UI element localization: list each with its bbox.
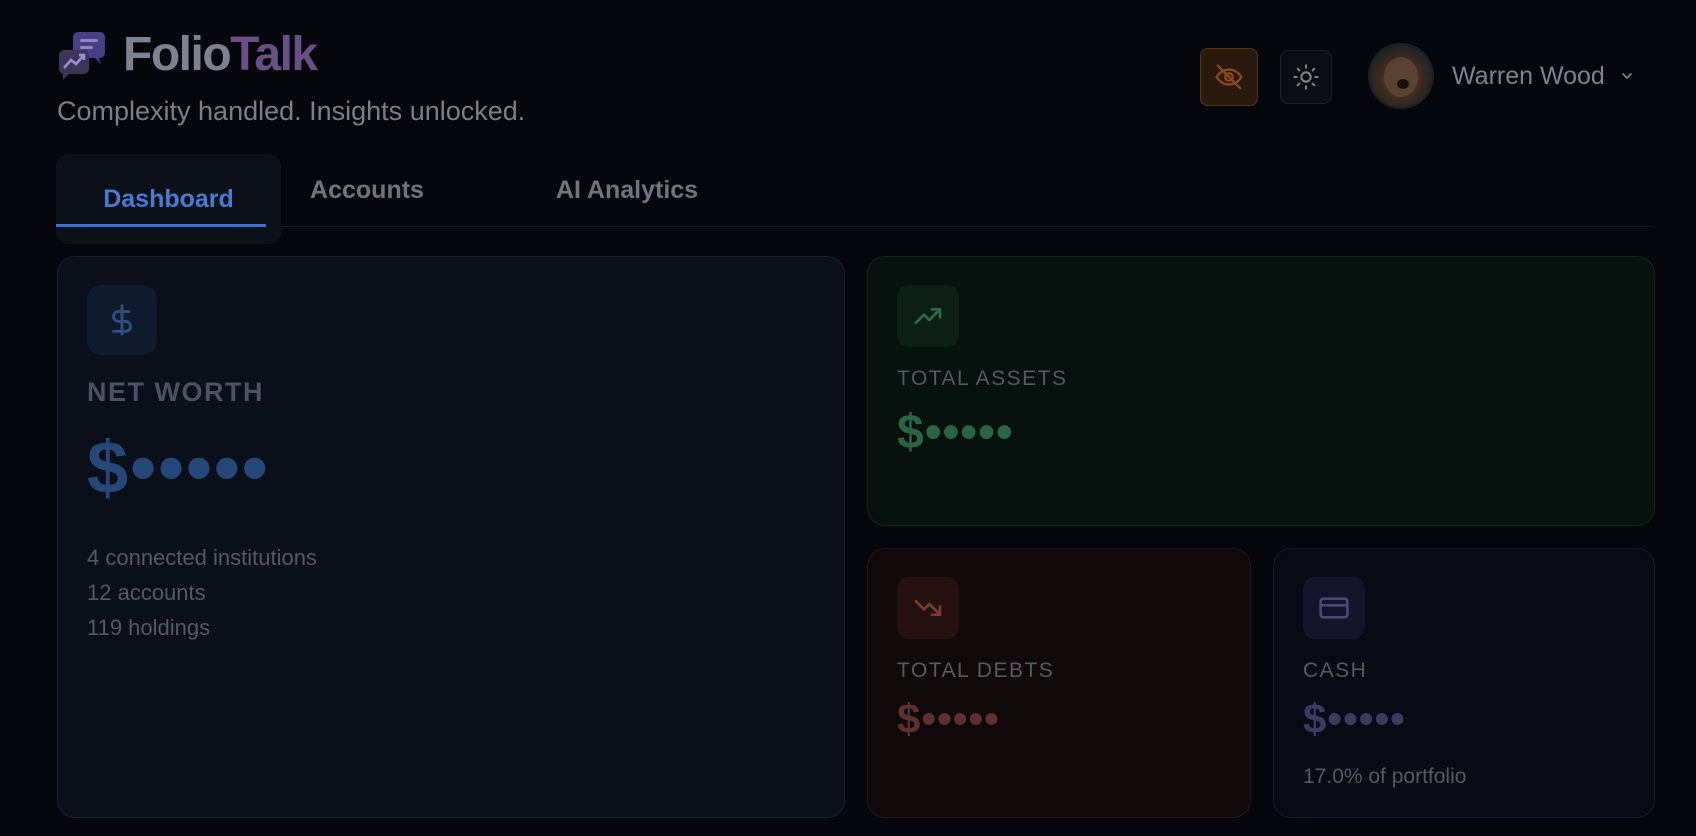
total-debts-card[interactable]: TOTAL DEBTS $•••••: [867, 548, 1251, 818]
total-debts-value: $•••••: [897, 695, 1000, 742]
total-debts-label: TOTAL DEBTS: [897, 659, 1055, 682]
dollar-icon: [87, 285, 157, 355]
accounts-count: 12 accounts: [87, 580, 206, 605]
avatar: [1368, 43, 1434, 109]
cash-value: $•••••: [1303, 695, 1406, 742]
tab-label: Accounts: [310, 175, 424, 204]
tab-accounts[interactable]: Accounts: [302, 154, 432, 226]
tab-dashboard[interactable]: Dashboard: [56, 154, 281, 244]
tagline: Complexity handled. Insights unlocked.: [57, 96, 526, 126]
cash-portfolio-share: 17.0% of portfolio: [1303, 765, 1467, 788]
user-name: Warren Wood: [1452, 61, 1605, 90]
user-menu[interactable]: Warren Wood: [1368, 43, 1635, 109]
holdings-count: 119 holdings: [87, 615, 211, 640]
cash-card[interactable]: CASH $••••• 17.0% of portfolio: [1273, 548, 1655, 818]
tab-ai-analytics[interactable]: AI Analytics: [492, 154, 762, 226]
brand-name-part1: Folio: [123, 28, 232, 81]
net-worth-label: NET WORTH: [87, 377, 264, 407]
chevron-down-icon: [1622, 73, 1632, 79]
tab-label: AI Analytics: [555, 175, 699, 204]
net-worth-card[interactable]: NET WORTH $••••• 4 connected institution…: [57, 256, 845, 818]
theme-toggle-button[interactable]: [1280, 50, 1332, 104]
total-assets-label: TOTAL ASSETS: [897, 367, 1068, 390]
sun-icon: [1293, 64, 1319, 90]
main-tabs: Dashboard Accounts AI Analytics: [56, 154, 1654, 244]
brand-name-part2: Talk: [230, 28, 318, 81]
eye-off-icon: [1215, 64, 1243, 90]
total-assets-value: $•••••: [897, 406, 1014, 459]
credit-card-icon: [1303, 577, 1365, 639]
net-worth-value: $•••••: [87, 426, 270, 509]
trending-up-icon: [897, 285, 959, 347]
privacy-toggle-button[interactable]: [1200, 48, 1258, 106]
app-logo[interactable]: FolioTalk: [57, 28, 318, 81]
brand-name: FolioTalk: [123, 28, 318, 81]
institutions-count: 4 connected institutions: [87, 545, 317, 570]
total-assets-card[interactable]: TOTAL ASSETS $•••••: [867, 256, 1655, 526]
active-tab-indicator: [56, 224, 266, 227]
chat-chart-icon: [57, 30, 107, 80]
trending-down-icon: [897, 577, 959, 639]
tab-label: Dashboard: [103, 184, 234, 213]
cash-label: CASH: [1303, 659, 1368, 682]
